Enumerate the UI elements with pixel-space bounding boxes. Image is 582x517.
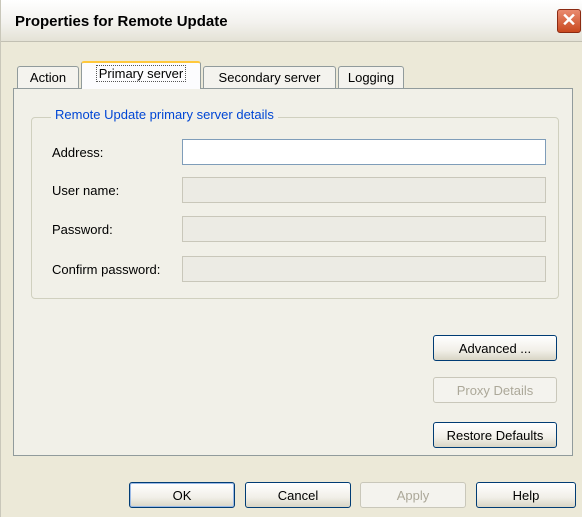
tab-primary-server[interactable]: Primary server bbox=[81, 61, 201, 89]
tab-label: Secondary server bbox=[218, 70, 321, 85]
password-label: Password: bbox=[52, 222, 113, 237]
confirm-password-label: Confirm password: bbox=[52, 262, 161, 277]
group-title: Remote Update primary server details bbox=[51, 107, 278, 122]
user-name-field[interactable] bbox=[182, 177, 546, 203]
title-bar: Properties for Remote Update ✕ bbox=[1, 0, 582, 42]
tab-label: Logging bbox=[347, 70, 395, 85]
tab-secondary-server[interactable]: Secondary server bbox=[203, 66, 336, 88]
tab-label: Primary server bbox=[95, 65, 187, 82]
help-button[interactable]: Help bbox=[476, 482, 576, 508]
close-icon: ✕ bbox=[561, 10, 577, 30]
tab-logging[interactable]: Logging bbox=[338, 66, 404, 88]
close-button[interactable]: ✕ bbox=[557, 9, 581, 33]
tab-action[interactable]: Action bbox=[17, 66, 79, 88]
cancel-button[interactable]: Cancel bbox=[245, 482, 351, 508]
advanced-button[interactable]: Advanced ... bbox=[433, 335, 557, 361]
restore-defaults-button[interactable]: Restore Defaults bbox=[433, 422, 557, 448]
apply-button[interactable]: Apply bbox=[360, 482, 466, 508]
address-label: Address: bbox=[52, 145, 104, 160]
password-field[interactable] bbox=[182, 216, 546, 242]
address-field[interactable] bbox=[182, 139, 546, 165]
user-name-label: User name: bbox=[52, 183, 120, 198]
confirm-password-field[interactable] bbox=[182, 256, 546, 282]
window-title: Properties for Remote Update bbox=[15, 13, 228, 30]
tab-label: Action bbox=[29, 70, 67, 85]
properties-dialog: Properties for Remote Update ✕ Action Pr… bbox=[0, 0, 582, 517]
proxy-details-button[interactable]: Proxy Details bbox=[433, 377, 557, 403]
ok-button[interactable]: OK bbox=[129, 482, 235, 508]
